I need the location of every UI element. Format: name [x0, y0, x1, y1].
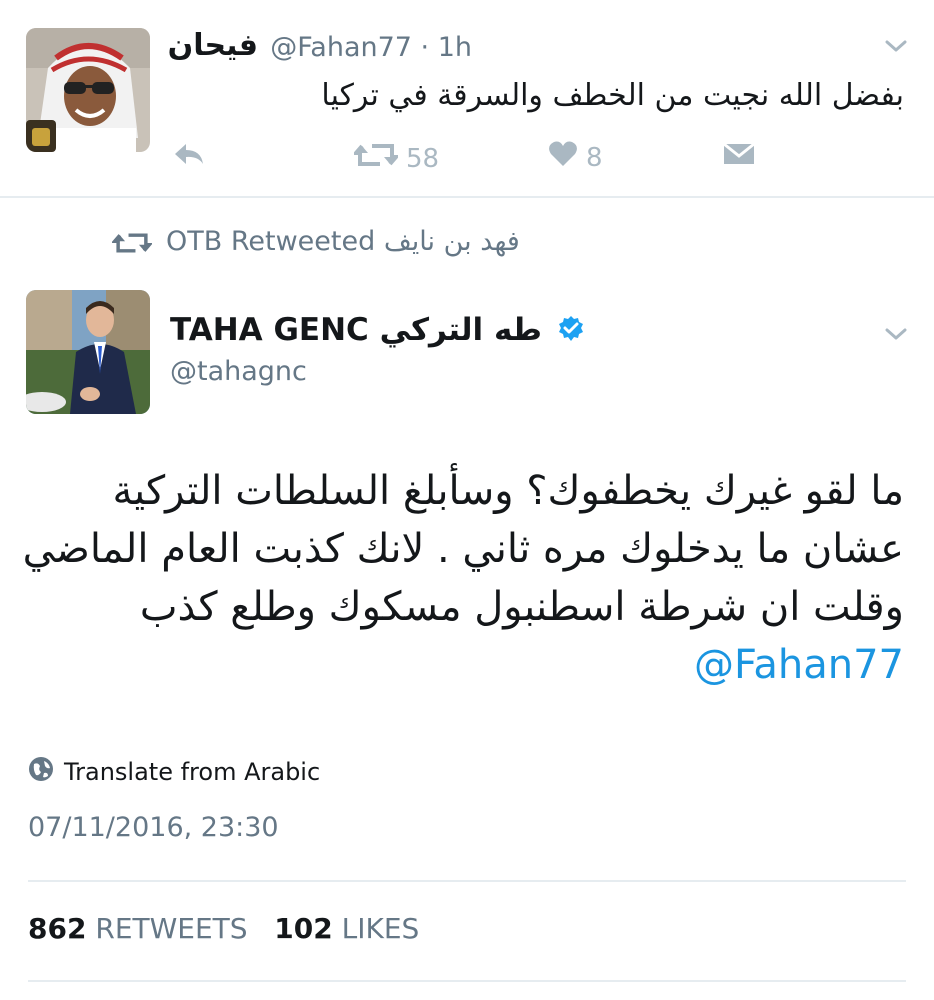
likes-stat[interactable]: 102 LIKES	[274, 912, 419, 945]
retweet-banner-text[interactable]: OTB Retweeted فهد بن نايف	[166, 226, 520, 257]
translate-button[interactable]: Translate from Arabic	[28, 756, 320, 788]
tweet1-chevron-down-icon[interactable]	[884, 34, 908, 62]
tweet2-body-line: وقلت ان شرطة اسطنبول مسكوك وطلع كذب	[139, 584, 904, 630]
like-count: 8	[586, 142, 603, 173]
avatar-tahagnc[interactable]	[26, 290, 150, 414]
tweet2-body: ما لقو غيرك يخطفوك؟ وسأبلغ السلطات الترك…	[22, 462, 904, 694]
tweet1-text: بفضل الله نجيت من الخطف والسرقة في تركيا	[321, 78, 904, 113]
avatar-fahan[interactable]	[26, 28, 150, 152]
retweeted-icon	[110, 230, 154, 260]
retweet-button[interactable]: 58	[351, 140, 440, 177]
retweet-count: 58	[406, 143, 440, 174]
tweet2-stats: 862 RETWEETS 102 LIKES	[28, 912, 419, 945]
heart-icon	[548, 140, 578, 175]
reply-button[interactable]	[172, 140, 206, 175]
translate-label: Translate from Arabic	[64, 758, 321, 786]
retweets-stat[interactable]: 862 RETWEETS	[28, 912, 248, 945]
tweet2-timestamp: 07/11/2016, 23:30	[28, 812, 279, 843]
tweet2-body-line: عشان ما يدخلوك مره ثاني . لانك كذبت العا…	[22, 526, 904, 572]
retweet-icon	[351, 140, 401, 177]
globe-icon	[28, 756, 54, 788]
tweet2-display-name[interactable]: TAHA GENC طه التركي	[170, 312, 585, 351]
tweet-divider	[0, 196, 934, 198]
mention-link[interactable]: @Fahan77	[694, 636, 904, 694]
like-button[interactable]: 8	[548, 140, 603, 175]
tweet2-body-line: ما لقو غيرك يخطفوك؟ وسأبلغ السلطات الترك…	[112, 468, 904, 514]
stats-divider-bottom	[28, 980, 906, 982]
tweet1-display-name[interactable]: فيحان	[168, 28, 258, 63]
stats-divider-top	[28, 880, 906, 882]
direct-message-icon	[722, 140, 756, 175]
tweet1-handle-time[interactable]: @Fahan77 · 1h	[270, 32, 472, 63]
reply-icon	[172, 140, 206, 175]
verified-badge-icon	[557, 315, 585, 351]
tweet2-handle[interactable]: @tahagnc	[170, 356, 307, 387]
tweet2-chevron-down-icon[interactable]	[884, 322, 908, 350]
direct-message-button[interactable]	[722, 140, 756, 175]
